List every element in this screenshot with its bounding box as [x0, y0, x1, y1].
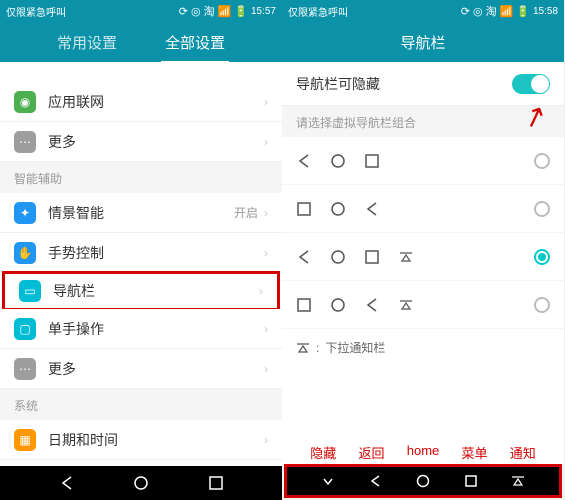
row-more-1[interactable]: ⋯ 更多 ›	[0, 122, 282, 162]
radio-button[interactable]	[534, 153, 550, 169]
nav-option-4[interactable]	[282, 281, 564, 329]
status-icons: ⟳◎淘📶🔋 15:57	[179, 3, 276, 19]
annotation-labels: 隐藏 返回 home 菜单 通知	[282, 443, 564, 462]
row-navbar[interactable]: ▭ 导航栏 ›	[2, 271, 280, 311]
home-icon[interactable]	[133, 475, 149, 491]
chevron-right-icon: ›	[264, 246, 268, 260]
row-scene[interactable]: ✦ 情景智能 开启 ›	[0, 193, 282, 233]
row-datetime[interactable]: ▦ 日期和时间 ›	[0, 420, 282, 460]
row-truncated[interactable]	[0, 62, 282, 82]
back-icon[interactable]	[368, 474, 382, 488]
notify-icon[interactable]	[511, 474, 525, 488]
status-time: 15:58	[533, 6, 558, 17]
row-gesture[interactable]: ✋ 手势控制 ›	[0, 233, 282, 273]
section-assist: 智能辅助	[0, 162, 282, 193]
radio-button[interactable]	[534, 297, 550, 313]
legend-pulldown: : 下拉通知栏	[282, 329, 564, 366]
home-icon[interactable]	[416, 474, 430, 488]
radio-button[interactable]	[534, 249, 550, 265]
recent-icon[interactable]	[464, 474, 478, 488]
hint-label: 请选择虚拟导航栏组合	[282, 106, 564, 137]
hand-icon: ✋	[14, 242, 36, 264]
page-header: 导航栏	[282, 22, 564, 62]
row-onehand[interactable]: ▢ 单手操作 ›	[0, 309, 282, 349]
settings-list: ◉ 应用联网 › ⋯ 更多 › 智能辅助 ✦ 情景智能 开启 › ✋ 手势控制 …	[0, 62, 282, 466]
row-more-2[interactable]: ⋯ 更多 ›	[0, 349, 282, 389]
status-text: 仅限紧急呼叫	[288, 4, 461, 19]
nav-option-1[interactable]	[282, 137, 564, 185]
navbar-options: 导航栏可隐藏 ↗ 请选择虚拟导航栏组合	[282, 62, 564, 464]
chevron-right-icon: ›	[259, 284, 263, 298]
screen-navbar-settings: 仅限紧急呼叫 ⟳◎淘📶🔋 15:58 导航栏 导航栏可隐藏 ↗ 请选择虚拟导航栏…	[282, 0, 564, 500]
radio-button[interactable]	[534, 201, 550, 217]
screen-settings: 仅限紧急呼叫 ⟳◎淘📶🔋 15:57 常用设置 全部设置 ◉ 应用联网 › ⋯ …	[0, 0, 282, 500]
nav-option-3[interactable]	[282, 233, 564, 281]
status-time: 15:57	[251, 6, 276, 17]
hide-icon[interactable]	[321, 474, 335, 488]
onehand-icon: ▢	[14, 318, 36, 340]
globe-icon: ◉	[14, 91, 36, 113]
nav-option-2[interactable]	[282, 185, 564, 233]
row-app-network[interactable]: ◉ 应用联网 ›	[0, 82, 282, 122]
chevron-right-icon: ›	[264, 433, 268, 447]
tab-common[interactable]: 常用设置	[53, 22, 121, 63]
more-icon: ⋯	[14, 358, 36, 380]
status-bar: 仅限紧急呼叫 ⟳◎淘📶🔋 15:58	[282, 0, 564, 22]
status-icons: ⟳◎淘📶🔋 15:58	[461, 3, 558, 19]
chevron-right-icon: ›	[264, 206, 268, 220]
section-system: 系统	[0, 389, 282, 420]
status-bar: 仅限紧急呼叫 ⟳◎淘📶🔋 15:57	[0, 0, 282, 22]
system-nav-bar	[0, 466, 282, 500]
chevron-right-icon: ›	[264, 95, 268, 109]
bulb-icon: ✦	[14, 202, 36, 224]
chevron-right-icon: ›	[264, 322, 268, 336]
tab-all[interactable]: 全部设置	[161, 22, 229, 63]
more-icon: ⋯	[14, 131, 36, 153]
row-hideable[interactable]: 导航栏可隐藏	[282, 62, 564, 106]
toggle-switch[interactable]	[512, 74, 550, 94]
status-text: 仅限紧急呼叫	[6, 4, 179, 19]
system-nav-bar	[284, 464, 562, 498]
calendar-icon: ▦	[14, 429, 36, 451]
page-title: 导航栏	[400, 32, 445, 53]
recent-icon[interactable]	[208, 475, 224, 491]
nav-icon: ▭	[19, 280, 41, 302]
tabs-header: 常用设置 全部设置	[0, 22, 282, 62]
chevron-right-icon: ›	[264, 362, 268, 376]
back-icon[interactable]	[59, 475, 75, 491]
chevron-right-icon: ›	[264, 135, 268, 149]
